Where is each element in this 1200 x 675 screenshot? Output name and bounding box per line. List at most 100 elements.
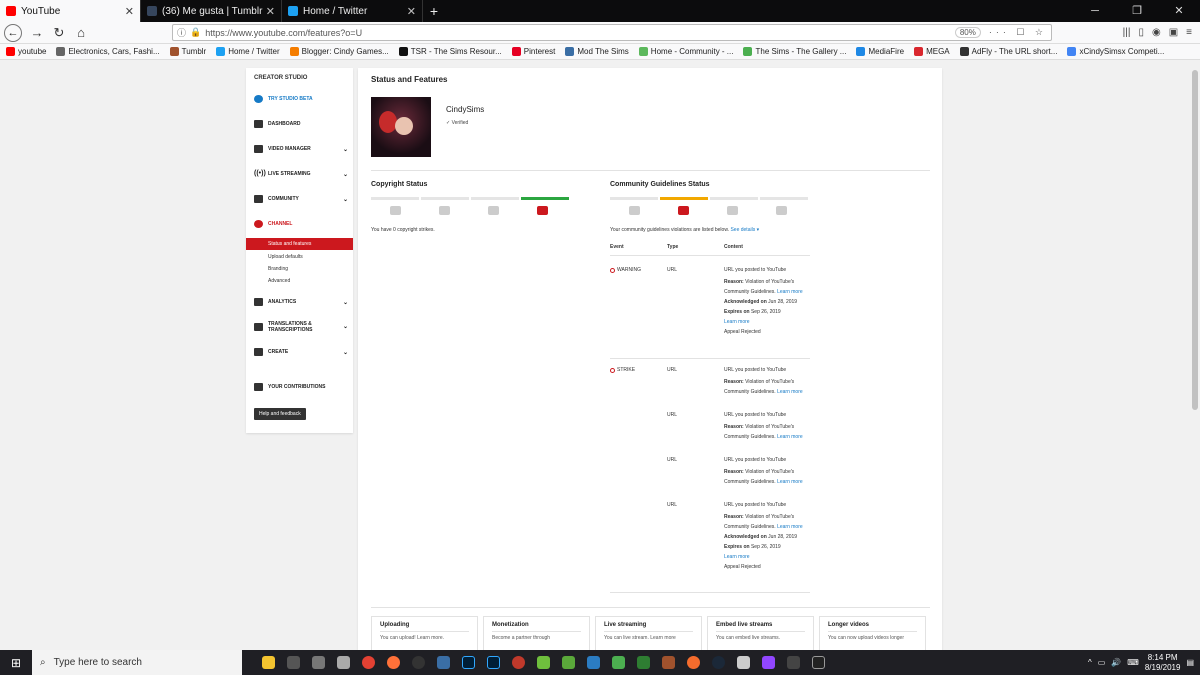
new-tab-button[interactable]: +: [423, 0, 445, 22]
volume-icon[interactable]: 🔊: [1111, 658, 1121, 667]
sidebar-item-dashboard[interactable]: DASHBOARD: [254, 120, 348, 128]
twitch-icon[interactable]: [762, 656, 775, 669]
tray-overflow-icon[interactable]: ^: [1088, 658, 1092, 667]
bookmark-item[interactable]: Pinterest: [511, 47, 555, 56]
chevron-down-icon[interactable]: ⌄: [343, 171, 348, 178]
epic-games-icon[interactable]: [812, 656, 825, 669]
tool-icon[interactable]: [587, 656, 600, 669]
bookmark-item[interactable]: Home / Twitter: [216, 47, 280, 56]
reload-button[interactable]: ↻: [48, 25, 70, 41]
close-window-icon[interactable]: ✕: [1158, 0, 1200, 22]
learn-more-link[interactable]: Learn more: [777, 389, 803, 395]
sims-alt-icon[interactable]: [562, 656, 575, 669]
bookmark-item[interactable]: MEGA: [914, 47, 950, 56]
sidebar-item-community[interactable]: COMMUNITY ⌄: [254, 195, 348, 203]
app-icon[interactable]: [512, 656, 525, 669]
url-text[interactable]: https://www.youtube.com/features?o=U: [205, 28, 362, 38]
photoshop-icon[interactable]: [462, 656, 475, 669]
learn-more-link[interactable]: Learn more: [777, 479, 803, 485]
sidebar-item-your-contributions[interactable]: YOUR CONTRIBUTIONS: [254, 383, 348, 391]
sidebar-item-translations[interactable]: TRANSLATIONS & TRANSCRIPTIONS ⌄: [254, 321, 348, 333]
bookmark-item[interactable]: Mod The Sims: [565, 47, 629, 56]
info-icon[interactable]: ⓘ: [177, 26, 186, 39]
notification-icon[interactable]: ▤: [1186, 658, 1194, 667]
film-icon[interactable]: [287, 656, 300, 669]
bookmark-item[interactable]: Electronics, Cars, Fashi...: [56, 47, 160, 56]
app-icon[interactable]: [787, 656, 800, 669]
sidebar-item-create[interactable]: CREATE ⌄: [254, 348, 348, 356]
feature-card[interactable]: Embed live streams You can embed live str…: [707, 616, 814, 650]
feature-card[interactable]: Longer videos You can now upload videos l…: [819, 616, 926, 650]
page-scrollbar[interactable]: [1190, 60, 1200, 650]
bookmark-item[interactable]: MediaFire: [856, 47, 904, 56]
sidebar-icon[interactable]: ▯: [1138, 27, 1144, 38]
app-icon[interactable]: [612, 656, 625, 669]
learn-more-link[interactable]: Learn more: [777, 524, 803, 530]
chevron-down-icon[interactable]: ⌄: [343, 299, 348, 306]
channel-name[interactable]: CindySims: [446, 105, 484, 114]
chrome-icon[interactable]: [362, 656, 375, 669]
tab-youtube[interactable]: YouTube ✕: [0, 0, 141, 22]
url-bar[interactable]: ⓘ 🔒 https://www.youtube.com/features?o=U…: [172, 24, 1052, 41]
zoom-badge[interactable]: 80%: [954, 27, 981, 38]
minimize-icon[interactable]: ─: [1074, 0, 1116, 22]
sidebar-subitem-upload-defaults[interactable]: Upload defaults: [268, 254, 303, 260]
game-icon[interactable]: [637, 656, 650, 669]
firefox-icon[interactable]: [387, 656, 400, 669]
feature-card[interactable]: Live streaming You can live stream. Learn…: [595, 616, 702, 650]
page-actions-icon[interactable]: ··· ☐ ☆: [989, 27, 1047, 38]
media-icon[interactable]: [437, 656, 450, 669]
bookmark-item[interactable]: youtube: [6, 47, 46, 56]
bookmark-item[interactable]: Home - Community - ...: [638, 47, 733, 56]
menu-icon[interactable]: ≡: [1186, 27, 1192, 38]
origin-icon[interactable]: [687, 656, 700, 669]
learn-more-link[interactable]: Learn more: [724, 319, 750, 325]
windows-start-icon[interactable]: ⊞: [0, 656, 32, 670]
forward-button[interactable]: →: [26, 25, 48, 40]
sidebar-item-video-manager[interactable]: VIDEO MANAGER ⌄: [254, 145, 348, 153]
close-icon[interactable]: ✕: [266, 5, 275, 18]
game-icon[interactable]: [662, 656, 675, 669]
sidebar-item-try-studio-beta[interactable]: TRY STUDIO BETA: [254, 95, 348, 103]
app-icon[interactable]: [737, 656, 750, 669]
see-details-link[interactable]: See details ▾: [730, 227, 759, 233]
learn-more-link[interactable]: Learn more: [724, 554, 750, 560]
chevron-down-icon[interactable]: ⌄: [343, 324, 348, 330]
feature-card[interactable]: Uploading You can upload! Learn more.: [371, 616, 478, 650]
obs-icon[interactable]: [412, 656, 425, 669]
store-icon[interactable]: [312, 656, 325, 669]
steam-icon[interactable]: [712, 656, 725, 669]
learn-more-link[interactable]: Learn more: [777, 289, 803, 295]
file-explorer-icon[interactable]: [262, 656, 275, 669]
sidebar-subitem-branding[interactable]: Branding: [268, 266, 288, 272]
library-icon[interactable]: |||: [1123, 27, 1131, 38]
bookmark-item[interactable]: Blogger: Cindy Games...: [289, 47, 389, 56]
feature-card[interactable]: Monetization Become a partner through: [483, 616, 590, 650]
network-icon[interactable]: ▭: [1098, 658, 1106, 667]
tab-tumblr[interactable]: (36) Me gusta | Tumblr ✕: [141, 0, 282, 22]
account-icon[interactable]: ◉: [1152, 27, 1161, 38]
help-feedback-button[interactable]: Help and feedback: [254, 408, 306, 420]
tab-twitter[interactable]: Home / Twitter ✕: [282, 0, 423, 22]
pencil-icon[interactable]: [337, 656, 350, 669]
photoshop-alt-icon[interactable]: [487, 656, 500, 669]
bookmark-item[interactable]: TSR - The Sims Resour...: [398, 47, 502, 56]
clock[interactable]: 8:14 PM 8/19/2019: [1145, 653, 1181, 673]
chevron-down-icon[interactable]: ⌄: [343, 349, 348, 356]
extension-icon[interactable]: ▣: [1169, 27, 1178, 38]
sidebar-item-analytics[interactable]: ANALYTICS ⌄: [254, 298, 348, 306]
sidebar-subitem-advanced[interactable]: Advanced: [268, 278, 290, 284]
back-button[interactable]: ←: [4, 23, 22, 42]
restore-icon[interactable]: ❐: [1116, 0, 1158, 22]
taskbar-search[interactable]: ⌕ Type here to search: [32, 650, 242, 675]
sidebar-item-channel[interactable]: CHANNEL: [254, 220, 348, 228]
close-icon[interactable]: ✕: [407, 5, 416, 18]
bookmark-item[interactable]: xCindySimsx Competi...: [1067, 47, 1164, 56]
sidebar-item-live-streaming[interactable]: ((•)) LIVE STREAMING ⌄: [254, 170, 348, 178]
chevron-down-icon[interactable]: ⌄: [343, 196, 348, 203]
language-icon[interactable]: ⌨: [1127, 658, 1139, 667]
learn-more-link[interactable]: Learn more: [777, 434, 803, 440]
scrollbar-thumb[interactable]: [1192, 70, 1198, 410]
home-button[interactable]: ⌂: [70, 25, 92, 40]
bookmark-item[interactable]: The Sims - The Gallery ...: [743, 47, 846, 56]
